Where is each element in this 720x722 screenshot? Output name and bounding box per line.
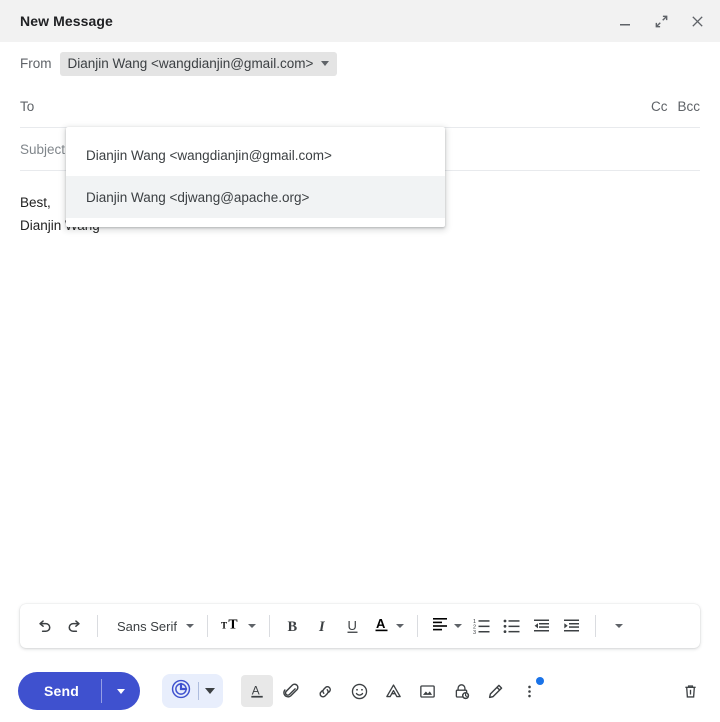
- compose-header: New Message: [0, 0, 720, 42]
- send-options-button[interactable]: [102, 672, 140, 710]
- font-family-select[interactable]: Sans Serif: [107, 619, 198, 634]
- font-family-value: Sans Serif: [117, 618, 177, 634]
- align-left-icon: [431, 615, 449, 638]
- svg-text:A: A: [251, 683, 259, 697]
- text-size-icon: T T: [221, 615, 243, 638]
- to-row[interactable]: To Cc Bcc: [0, 85, 720, 128]
- from-dropdown-menu: Dianjin Wang <wangdianjin@gmail.com> Dia…: [66, 127, 445, 227]
- bold-icon[interactable]: B: [279, 611, 307, 641]
- numbered-list-icon[interactable]: 1 2 3: [468, 611, 496, 641]
- insert-signature-icon[interactable]: [479, 675, 511, 707]
- bulleted-list-icon[interactable]: [498, 611, 526, 641]
- assist-divider: [198, 682, 200, 700]
- toolbar-divider: [416, 615, 418, 637]
- insert-emoji-icon[interactable]: [343, 675, 375, 707]
- notification-dot: [536, 677, 545, 685]
- indent-less-icon[interactable]: [528, 611, 556, 641]
- align-select[interactable]: [427, 615, 466, 638]
- confidential-mode-icon[interactable]: [445, 675, 477, 707]
- chevron-down-icon: [614, 624, 623, 628]
- svg-text:U: U: [347, 618, 356, 633]
- svg-text:B: B: [287, 619, 297, 635]
- formatting-options-icon[interactable]: A: [241, 675, 274, 707]
- svg-text:T: T: [221, 620, 227, 630]
- toolbar-divider: [206, 615, 208, 637]
- chevron-down-icon: [321, 60, 330, 66]
- close-icon[interactable]: [686, 10, 708, 32]
- formatting-toolbar: Sans Serif T T B I U A 1 2 3: [20, 604, 700, 648]
- send-button[interactable]: Send: [18, 672, 101, 710]
- underline-icon[interactable]: U: [339, 611, 367, 641]
- svg-text:I: I: [318, 619, 326, 635]
- minimize-icon[interactable]: [614, 10, 636, 32]
- svg-text:T: T: [228, 616, 237, 631]
- discard-draft-icon[interactable]: [674, 675, 706, 707]
- indent-more-icon[interactable]: [558, 611, 586, 641]
- message-body[interactable]: Best, Dianjin Wang: [0, 171, 720, 604]
- more-formatting-icon[interactable]: [605, 611, 633, 641]
- to-label: To: [20, 99, 35, 114]
- font-size-select[interactable]: T T: [217, 615, 260, 638]
- compose-action-icons: A: [241, 675, 545, 707]
- text-color-select[interactable]: A: [369, 615, 408, 638]
- toolbar-divider: [268, 615, 270, 637]
- bcc-button[interactable]: Bcc: [677, 99, 700, 114]
- chevron-down-icon: [395, 624, 404, 628]
- from-option-apache[interactable]: Dianjin Wang <djwang@apache.org>: [66, 176, 445, 218]
- attach-file-icon[interactable]: [275, 675, 307, 707]
- send-bar: Send A: [0, 660, 720, 722]
- page-title: New Message: [20, 13, 113, 29]
- undo-icon[interactable]: [30, 611, 58, 641]
- more-options-icon[interactable]: [513, 675, 545, 707]
- subject-label: Subject: [20, 142, 66, 157]
- insert-photo-icon[interactable]: [411, 675, 443, 707]
- italic-icon[interactable]: I: [309, 611, 337, 641]
- send-button-group[interactable]: Send: [18, 672, 141, 710]
- svg-text:3: 3: [473, 630, 476, 635]
- schedule-assist-button[interactable]: [162, 674, 224, 708]
- toolbar-divider: [594, 615, 596, 637]
- from-value: Dianjin Wang <wangdianjin@gmail.com>: [67, 55, 314, 71]
- cc-button[interactable]: Cc: [651, 99, 668, 114]
- from-row: From Dianjin Wang <wangdianjin@gmail.com…: [0, 42, 720, 85]
- from-option-gmail[interactable]: Dianjin Wang <wangdianjin@gmail.com>: [66, 134, 445, 176]
- text-color-icon: A: [373, 615, 391, 638]
- compose-window: New Message From Dianjin Wang <wangdianj…: [0, 0, 720, 722]
- chevron-down-icon[interactable]: [205, 688, 216, 694]
- window-controls: [614, 10, 708, 32]
- chevron-down-icon: [453, 624, 462, 628]
- redo-icon[interactable]: [60, 611, 88, 641]
- chevron-down-icon: [185, 624, 194, 628]
- insert-link-icon[interactable]: [309, 675, 341, 707]
- expand-icon[interactable]: [650, 10, 672, 32]
- chevron-down-icon: [117, 688, 126, 694]
- toolbar-divider: [97, 615, 98, 637]
- svg-text:A: A: [376, 616, 386, 631]
- chevron-down-icon: [247, 624, 256, 628]
- google-drive-icon[interactable]: [377, 675, 409, 707]
- schedule-circle-icon: [170, 678, 192, 705]
- recipient-fields: From Dianjin Wang <wangdianjin@gmail.com…: [0, 42, 720, 227]
- from-label: From: [20, 56, 52, 71]
- from-select[interactable]: Dianjin Wang <wangdianjin@gmail.com>: [59, 51, 338, 76]
- cc-bcc-group: Cc Bcc: [651, 99, 700, 114]
